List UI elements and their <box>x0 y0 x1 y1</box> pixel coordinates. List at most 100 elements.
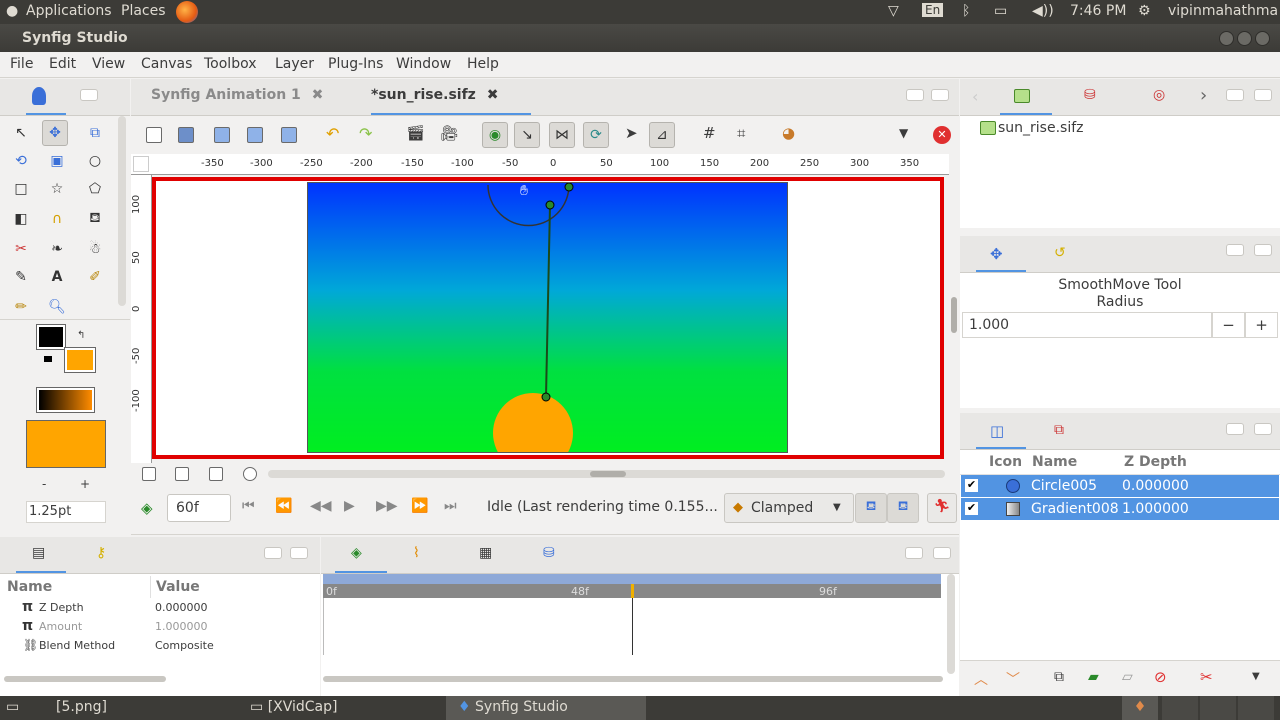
bone-tool-icon[interactable]: ☃ <box>82 236 108 262</box>
layer-visibility-checkbox[interactable]: ✔ <box>965 479 978 492</box>
snap-grid-icon[interactable]: ⌗ <box>737 124 745 142</box>
stop-render-icon[interactable]: ✕ <box>933 126 951 144</box>
firefox-icon[interactable] <box>176 1 198 23</box>
polygon-tool-icon[interactable]: ⬠ <box>82 176 108 202</box>
zoom-out-icon[interactable] <box>142 467 156 481</box>
volume-icon[interactable]: ◀)) <box>1032 3 1054 19</box>
workspace-4[interactable] <box>1238 696 1274 720</box>
close-button[interactable] <box>1255 31 1270 46</box>
raise-layer-icon[interactable]: ︿ <box>974 669 988 689</box>
eyedrop-tool-icon[interactable]: ✎ <box>8 264 34 290</box>
canvas-file-name[interactable]: sun_rise.sifz <box>998 120 1084 136</box>
param-value[interactable]: Composite <box>155 639 214 652</box>
panel-dock-handle[interactable] <box>931 89 949 101</box>
ungroup-layer-icon[interactable]: ▱ <box>1122 669 1133 685</box>
ubuntu-logo-icon[interactable]: ● <box>6 3 18 19</box>
sketch-tool-icon[interactable]: ✐ <box>82 264 108 290</box>
panel-dock-handle[interactable] <box>290 547 308 559</box>
sets-icon[interactable]: ⧉ <box>1054 422 1064 438</box>
param-row-zdepth[interactable]: π Z Depth 0.000000 <box>0 598 320 617</box>
library-panel-icon[interactable]: ⛁ <box>543 545 555 561</box>
navigator-icon[interactable]: ◎ <box>1153 87 1165 103</box>
time-range-bar[interactable] <box>323 574 941 584</box>
gradient-tool-icon[interactable]: ◧ <box>8 206 34 232</box>
menu-view[interactable]: View <box>92 56 125 72</box>
timetrack-hscroll[interactable] <box>323 676 943 682</box>
outline-color-swatch[interactable] <box>36 324 66 350</box>
zoom-fit-icon[interactable] <box>209 467 223 481</box>
close-tab-icon[interactable]: ✖ <box>312 87 324 103</box>
layer-name[interactable]: Gradient008 <box>1031 501 1119 517</box>
param-value[interactable]: 1.000000 <box>155 620 208 633</box>
time-cursor[interactable] <box>631 584 634 598</box>
cutout-tool-icon[interactable]: ✂ <box>8 236 34 262</box>
grid-icon[interactable]: # <box>703 124 716 142</box>
canvas-workarea[interactable]: ✋︎ <box>152 177 944 459</box>
menu-edit[interactable]: Edit <box>49 56 76 72</box>
lower-layer-icon[interactable]: ﹀ <box>1006 669 1020 689</box>
battery-icon[interactable]: ▭ <box>994 3 1007 19</box>
onion-icon[interactable]: ◕ <box>782 124 795 142</box>
radius-increase-button[interactable]: + <box>1245 312 1278 338</box>
workspace-switcher[interactable]: ♦ <box>1122 696 1158 720</box>
rectangle-tool-icon[interactable]: □ <box>8 176 34 202</box>
workspace-2[interactable] <box>1162 696 1198 720</box>
panel-dock-handle[interactable] <box>1226 89 1244 101</box>
panel-dock-handle[interactable] <box>906 89 924 101</box>
group-layer-icon[interactable]: ▰ <box>1088 669 1099 685</box>
canvas-hscroll[interactable] <box>268 470 945 478</box>
brush-size-increase[interactable]: + <box>80 477 90 491</box>
keyframes-icon[interactable]: ⚷ <box>96 545 106 561</box>
zoom-in-icon[interactable] <box>175 467 189 481</box>
tool-options-icon[interactable]: ✥ <box>990 245 1003 263</box>
prev-frame-icon[interactable]: ◀◀ <box>310 498 332 514</box>
keyframe-lock-icon[interactable]: ◈ <box>141 499 153 517</box>
tab-synfig-animation-1[interactable]: Synfig Animation 1 ✖ <box>151 87 331 109</box>
layer-name[interactable]: Circle005 <box>1031 478 1097 494</box>
panel-dock-handle[interactable] <box>933 547 951 559</box>
chevron-right-icon[interactable]: › <box>1200 85 1207 106</box>
seek-begin-icon[interactable]: ⏮ <box>242 498 255 514</box>
show-ducks-toggle[interactable]: ⋈ <box>549 122 575 148</box>
animation-mode-button[interactable]: 🏃︎ <box>927 493 957 523</box>
param-row-amount[interactable]: π Amount 1.000000 <box>0 617 320 636</box>
library-icon[interactable]: ⛁ <box>1084 87 1096 103</box>
rotate-tool-icon[interactable]: ⟲ <box>8 148 34 174</box>
show-desktop-icon[interactable]: ▭ <box>6 696 26 720</box>
brush-size-decrease[interactable]: - <box>42 477 46 491</box>
save-icon[interactable] <box>214 127 230 143</box>
preview-icon[interactable]: 🎥︎ <box>440 124 459 142</box>
save-all-icon[interactable] <box>281 127 297 143</box>
panel-dock-handle[interactable] <box>1254 244 1272 256</box>
panel-dock-handle[interactable] <box>264 547 282 559</box>
gradient-swatch[interactable] <box>36 387 95 413</box>
cut-layer-icon[interactable]: ✂ <box>1200 668 1213 686</box>
open-file-icon[interactable] <box>178 127 194 143</box>
history-icon[interactable]: ↺ <box>1054 245 1066 261</box>
bluetooth-icon[interactable]: ᛒ <box>962 3 970 19</box>
menu-toolbox[interactable]: Toolbox <box>204 56 257 72</box>
panel-dock-handle[interactable] <box>1226 244 1244 256</box>
panel-dock-handle[interactable] <box>1254 89 1272 101</box>
panel-dock-handle[interactable] <box>1254 423 1272 435</box>
seek-end-icon[interactable]: ⏭ <box>444 498 457 514</box>
scale-tool-icon[interactable]: ⧉ <box>82 120 108 146</box>
onion-skin-toggle[interactable]: ◉ <box>482 122 508 148</box>
future-keyframes-lock-button[interactable]: ⛾ <box>887 493 919 523</box>
col-name[interactable]: Name <box>1032 454 1077 470</box>
param-row-blend-method[interactable]: ⛓ Blend Method Composite <box>0 636 320 655</box>
gear-icon[interactable]: ⚙ <box>1138 3 1151 19</box>
radius-input[interactable]: 1.000 <box>962 312 1212 338</box>
brush-tool-icon[interactable]: ✏ <box>8 294 34 320</box>
text-tool-icon[interactable]: A <box>44 264 70 290</box>
toolbox-scrollbar[interactable] <box>118 116 126 306</box>
star-tool-icon[interactable]: ☆ <box>44 176 70 202</box>
params-icon[interactable]: ▤ <box>32 545 45 561</box>
user-name[interactable]: vipinmahathma <box>1168 3 1278 19</box>
undo-icon[interactable]: ↶ <box>326 124 339 143</box>
tab-sun-rise[interactable]: *sun_rise.sifz ✖ <box>371 87 531 115</box>
brush-size-input[interactable]: 1.25pt <box>26 501 106 523</box>
layer-row-circle[interactable]: ✔ Circle005 0.000000 <box>961 475 1279 497</box>
workspace-3[interactable] <box>1200 696 1236 720</box>
layers-menu-icon[interactable]: ▼ <box>1252 671 1260 682</box>
